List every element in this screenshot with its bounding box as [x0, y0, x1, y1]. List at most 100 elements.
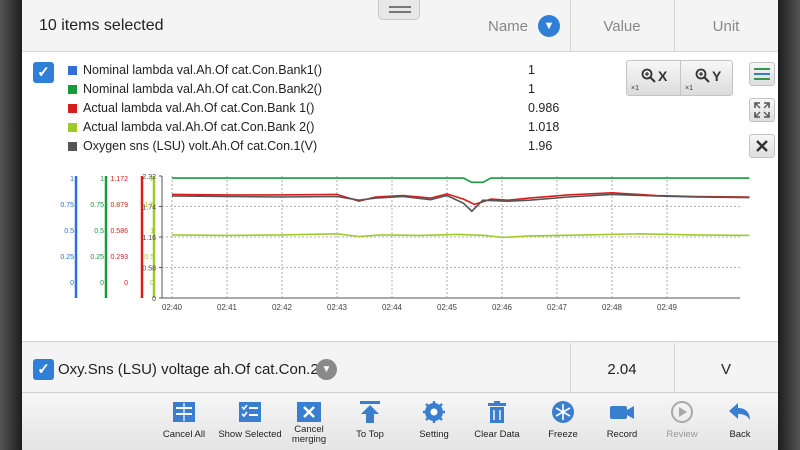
y-tick-label: 1: [70, 176, 74, 183]
y-tick-label: 1.74: [142, 205, 156, 212]
legend-swatch: [68, 104, 77, 113]
zoom-x-factor: ×1: [631, 85, 639, 92]
y-tick-label: 0.879: [110, 202, 128, 209]
cancel-all-icon: [173, 402, 195, 422]
y-tick-label: 0: [100, 280, 104, 287]
toolbar-label: Show Selected: [218, 429, 282, 440]
legend-name: Nominal lambda val.Ah.Of cat.Con.Bank2(): [83, 82, 322, 96]
legend-value: 1: [528, 63, 535, 77]
zoom-y-label: Y: [712, 68, 722, 84]
y-tick-label: 1.172: [110, 176, 128, 183]
y-tick-label: 0.25: [60, 254, 74, 261]
toolbar-label: Back: [729, 429, 751, 440]
legend-row: Oxygen sns (LSU) volt.Ah.Of cat.Con.1(V)…: [68, 137, 608, 155]
item-row[interactable]: ✓ Oxy.Sns (LSU) voltage ah.Of cat.Con.2 …: [22, 343, 778, 393]
list-header: 10 items selected Name ▼ Value Unit: [22, 0, 778, 52]
toolbar-label: Cancel All: [162, 429, 206, 440]
y-tick-label: 0: [150, 280, 154, 287]
record-button[interactable]: Record: [602, 396, 642, 448]
pull-down-handle[interactable]: [378, 0, 420, 20]
cancel-merging-button[interactable]: Cancel merging: [284, 396, 334, 448]
y-tick-label: 0.75: [90, 202, 104, 209]
trash-icon: [488, 401, 506, 423]
toolbar-label: Cancel merging: [291, 424, 327, 445]
show-selected-button[interactable]: Show Selected: [218, 396, 282, 448]
freeze-button[interactable]: Freeze: [542, 396, 584, 448]
y-tick-label: 0.586: [110, 228, 128, 235]
sort-chevron-icon[interactable]: ▼: [538, 15, 560, 37]
toolbar-label: To Top: [356, 429, 384, 440]
toolbar-label: Freeze: [548, 429, 578, 440]
layout-toggle-button[interactable]: [749, 62, 775, 86]
cancel-merging-icon: [297, 402, 321, 422]
magnifier-x-icon: [641, 68, 656, 83]
zoom-x-button[interactable]: X ×1: [627, 61, 680, 95]
column-header-unit: Unit: [712, 18, 740, 35]
item-value: 2.04: [607, 361, 637, 378]
legend-swatch: [68, 66, 77, 75]
y-tick-label: 2.32: [142, 174, 156, 181]
series-line: [172, 177, 750, 184]
legend-value: 0.986: [528, 101, 560, 115]
app-screen: 10 items selected Name ▼ Value Unit ✓ No…: [22, 0, 778, 450]
clear-data-button[interactable]: Clear Data: [472, 396, 522, 448]
close-x-icon: [756, 140, 768, 152]
device-bezel-right: [778, 0, 800, 450]
legend-value: 1.96: [528, 139, 553, 153]
magnifier-y-icon: [695, 68, 710, 83]
back-arrow-icon: [729, 403, 750, 420]
column-header-value: Value: [603, 18, 641, 35]
legend-swatch: [68, 123, 77, 132]
y-tick-label: 0.5: [64, 228, 74, 235]
y-tick-label: 1: [150, 228, 154, 235]
zoom-y-factor: ×1: [685, 85, 693, 92]
x-tick-label: 02:48: [602, 303, 623, 312]
legend-name: Nominal lambda val.Ah.Of cat.Con.Bank1(): [83, 63, 322, 77]
zoom-controls: X ×1 Y ×1: [626, 60, 733, 96]
close-graph-button[interactable]: [749, 134, 775, 158]
toolbar-label: Record: [606, 429, 638, 440]
back-button[interactable]: Back: [722, 396, 758, 448]
y-tick-label: 0.58: [142, 266, 156, 273]
device-bezel-left: [0, 0, 22, 450]
setting-button[interactable]: Setting: [414, 396, 454, 448]
expand-arrows-icon: [754, 102, 770, 118]
selected-count: 10 items selected: [39, 17, 164, 34]
zoom-y-button[interactable]: Y ×1: [681, 61, 734, 95]
toolbar-label: Review: [666, 429, 698, 440]
x-tick-label: 02:43: [327, 303, 348, 312]
review-button[interactable]: Review: [662, 396, 702, 448]
y-tick-label: 0: [152, 296, 156, 303]
y-tick-label: 0: [70, 280, 74, 287]
legend-value: 1.018: [528, 120, 560, 134]
video-camera-icon: [610, 406, 634, 419]
x-tick-label: 02:47: [547, 303, 568, 312]
x-tick-label: 02:45: [437, 303, 458, 312]
graph-select-checkbox[interactable]: ✓: [33, 62, 54, 83]
x-tick-label: 02:49: [657, 303, 678, 312]
chevron-down-icon[interactable]: ▼: [316, 359, 337, 380]
to-top-icon: [360, 401, 380, 423]
y-tick-label: 0.75: [60, 202, 74, 209]
play-circle-icon: [671, 401, 693, 423]
legend-swatch: [68, 85, 77, 94]
expand-button[interactable]: [749, 98, 775, 122]
cancel-all-button[interactable]: Cancel All: [162, 396, 206, 448]
y-tick-label: 1: [100, 176, 104, 183]
legend-name: Actual lambda val.Ah.Of cat.Con.Bank 1(): [83, 101, 315, 115]
legend-swatch: [68, 142, 77, 151]
x-tick-label: 02:44: [382, 303, 403, 312]
column-header-name[interactable]: Name: [488, 18, 528, 35]
y-tick-label: 0.293: [110, 254, 128, 261]
to-top-button[interactable]: To Top: [352, 396, 388, 448]
show-selected-icon: [239, 402, 261, 422]
legend-row: Actual lambda val.Ah.Of cat.Con.Bank 2()…: [68, 118, 608, 136]
toolbar-label: Clear Data: [474, 429, 520, 440]
setting-gear-icon: [423, 401, 445, 423]
merged-graph-panel: ✓ Nominal lambda val.Ah.Of cat.Con.Bank1…: [22, 52, 778, 342]
menu-lines-icon: [754, 68, 770, 80]
zoom-x-label: X: [658, 68, 668, 84]
y-tick-label: 0: [124, 280, 128, 287]
item-checkbox[interactable]: ✓: [33, 359, 54, 380]
y-tick-label: 0.25: [90, 254, 104, 261]
